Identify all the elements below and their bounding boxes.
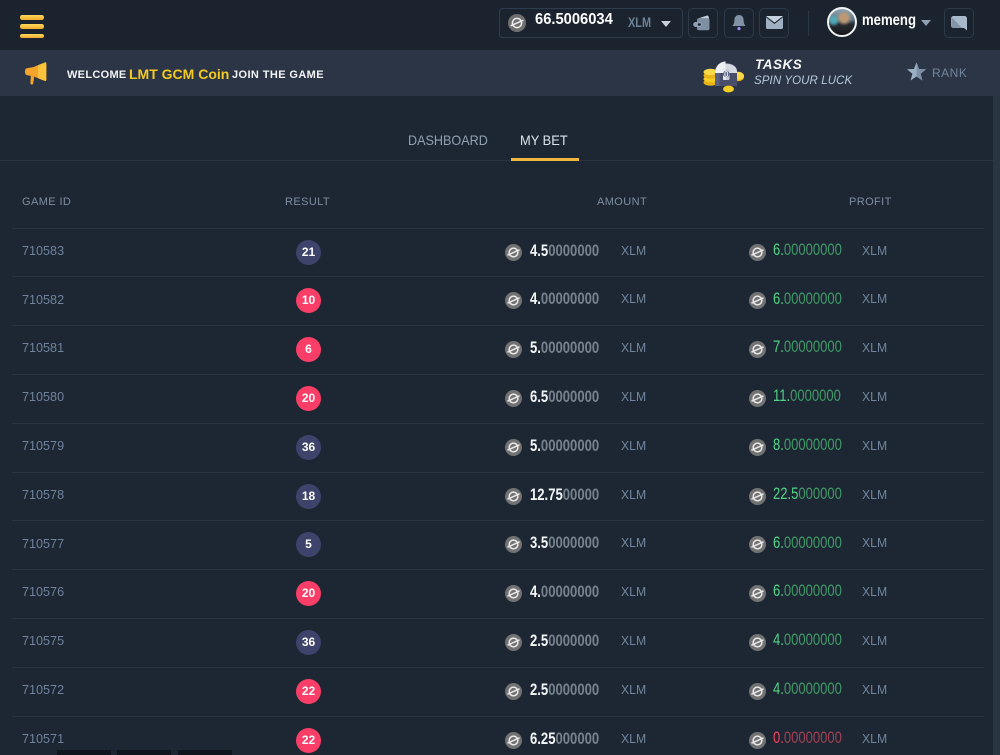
svg-text:0: 0	[724, 70, 729, 79]
